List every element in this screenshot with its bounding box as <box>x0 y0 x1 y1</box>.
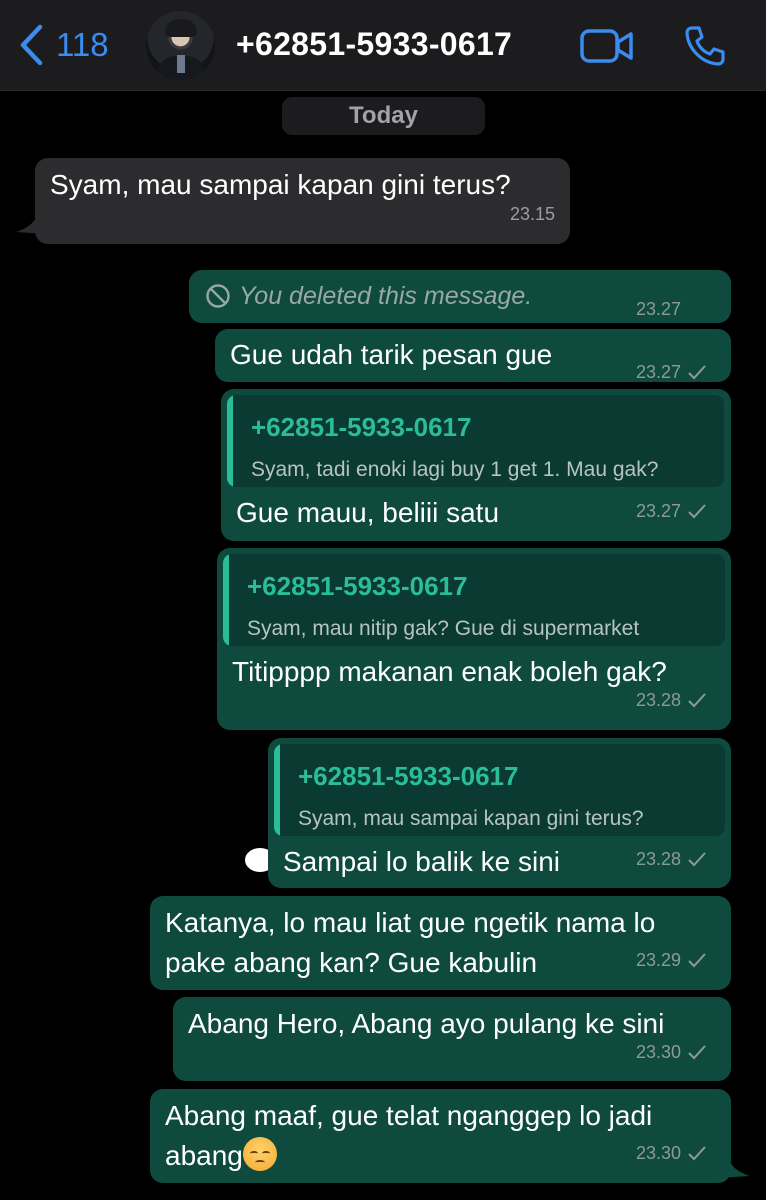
message-reply[interactable]: +62851-5933-0617 Syam, tadi enoki lagi b… <box>221 389 731 541</box>
quoted-sender: +62851-5933-0617 <box>247 571 468 601</box>
voice-call-button[interactable] <box>683 24 727 68</box>
quote-bar <box>227 395 233 487</box>
timestamp: 23.30 <box>635 1143 681 1163</box>
video-camera-icon <box>580 29 633 63</box>
timestamp: 23.27 <box>635 501 681 521</box>
deleted-notice: You deleted this message. <box>205 276 532 316</box>
check-icon <box>688 1146 706 1161</box>
quoted-text: Syam, tadi enoki lagi buy 1 get 1. Mau g… <box>251 458 659 481</box>
contact-avatar[interactable] <box>146 11 215 80</box>
check-icon <box>688 852 706 867</box>
date-separator: Today <box>282 97 485 135</box>
phone-icon <box>685 26 725 66</box>
message-time: 23.29 <box>636 940 707 980</box>
message-text-line: Katanya, lo mau liat gue ngetik nama lo <box>165 907 656 938</box>
message-time: 23.15 <box>510 194 555 234</box>
timestamp: 23.28 <box>635 849 681 869</box>
message-text: Gue mauu, beliii satu <box>236 497 500 528</box>
quoted-message[interactable]: +62851-5933-0617 Syam, mau nitip gak? Gu… <box>223 554 725 646</box>
quote-bar <box>274 744 280 836</box>
timestamp: 23.27 <box>635 362 681 382</box>
message-outgoing[interactable]: Abang Hero, Abang ayo pulang ke sini 23.… <box>173 997 731 1081</box>
message-time: 23.27 <box>636 352 707 392</box>
chevron-left-icon <box>20 24 43 66</box>
quoted-sender: +62851-5933-0617 <box>251 412 472 442</box>
block-icon <box>206 284 230 308</box>
message-text: Syam, mau sampai kapan gini terus? <box>50 169 511 200</box>
timestamp: 23.29 <box>635 950 681 970</box>
timestamp: 23.27 <box>635 299 681 319</box>
message-outgoing[interactable]: Abang maaf, gue telat nganggep lo jadi a… <box>150 1089 731 1183</box>
message-text-line: Abang maaf, gue telat nganggep lo jadi <box>165 1100 653 1131</box>
message-text-line: pake abang kan? Gue kabulin <box>165 947 538 978</box>
chat-header: 118 +62851-5933-0617 <box>0 0 766 91</box>
message-reply[interactable]: +62851-5933-0617 Syam, mau nitip gak? Gu… <box>217 548 731 730</box>
back-button[interactable]: 118 <box>18 22 109 68</box>
quoted-message[interactable]: +62851-5933-0617 Syam, tadi enoki lagi b… <box>227 395 724 487</box>
message-text: Sampai lo balik ke sini <box>283 846 561 877</box>
quoted-message[interactable]: +62851-5933-0617 Syam, mau sampai kapan … <box>274 744 725 836</box>
message-incoming[interactable]: Syam, mau sampai kapan gini terus? 23.15 <box>35 158 570 244</box>
pensive-face-emoji <box>242 1137 277 1171</box>
message-time: 23.28 <box>636 680 707 720</box>
message-text: Abang Hero, Abang ayo pulang ke sini <box>188 1008 665 1039</box>
message-deleted[interactable]: You deleted this message. 23.27 <box>189 270 731 323</box>
check-icon <box>688 693 706 708</box>
quoted-text: Syam, mau nitip gak? Gue di supermarket <box>247 617 640 640</box>
message-text-line-with-emoji: abang <box>165 1136 277 1176</box>
check-icon <box>688 953 706 968</box>
video-call-button[interactable] <box>580 28 634 64</box>
timestamp: 23.30 <box>635 1042 681 1062</box>
quoted-sender: +62851-5933-0617 <box>298 761 519 791</box>
message-text: Titipppp makanan enak boleh gak? <box>232 656 667 687</box>
message-reply[interactable]: +62851-5933-0617 Syam, mau sampai kapan … <box>268 738 731 888</box>
message-text-line: abang <box>165 1140 243 1171</box>
message-time: 23.30 <box>636 1032 707 1072</box>
message-time: 23.27 <box>636 491 707 531</box>
message-outgoing[interactable]: Gue udah tarik pesan gue 23.27 <box>215 329 731 382</box>
message-outgoing[interactable]: Katanya, lo mau liat gue ngetik nama lo … <box>150 896 731 990</box>
message-text: Gue udah tarik pesan gue <box>230 339 553 370</box>
quoted-text: Syam, mau sampai kapan gini terus? <box>298 807 644 830</box>
back-count: 118 <box>56 26 109 63</box>
message-time: 23.30 <box>636 1133 707 1173</box>
check-icon <box>688 504 706 519</box>
message-time: 23.28 <box>636 839 707 879</box>
deleted-text: You deleted this message. <box>239 282 533 310</box>
check-icon <box>688 1045 706 1060</box>
quote-bar <box>223 554 229 646</box>
message-time: 23.27 <box>636 289 681 329</box>
timestamp: 23.28 <box>635 690 681 710</box>
check-icon <box>688 365 706 380</box>
contact-name[interactable]: +62851-5933-0617 <box>236 26 512 63</box>
timestamp: 23.15 <box>509 204 555 224</box>
